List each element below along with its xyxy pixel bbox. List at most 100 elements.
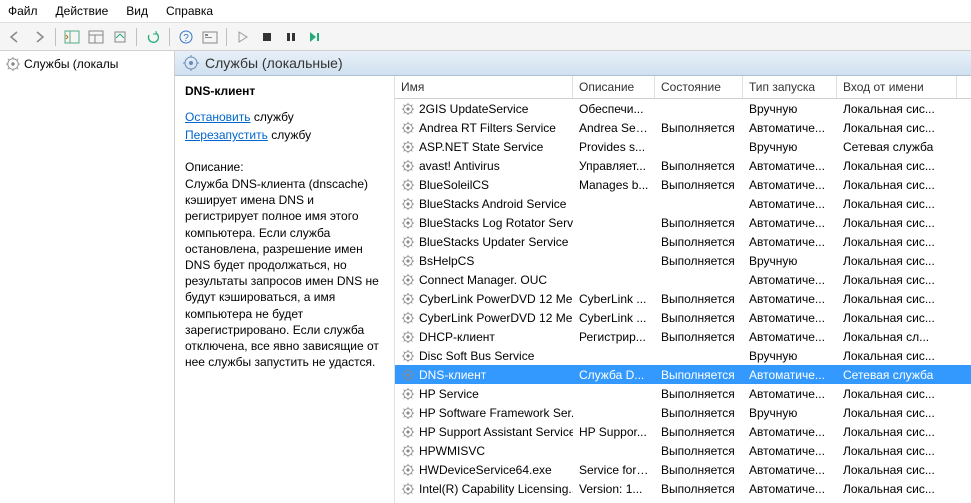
service-start: Автоматиче... — [743, 386, 837, 402]
show-hide-button[interactable] — [61, 26, 83, 48]
service-name: HP Support Assistant Service — [419, 425, 573, 439]
table-row[interactable]: BsHelpCSВыполняетсяВручнуюЛокальная сис.… — [395, 251, 971, 270]
export-button[interactable] — [109, 26, 131, 48]
table-row[interactable]: HPWMISVCВыполняетсяАвтоматиче...Локальна… — [395, 441, 971, 460]
table-row[interactable]: BlueStacks Android ServiceАвтоматиче...Л… — [395, 194, 971, 213]
service-logon: Локальная сис... — [837, 253, 957, 269]
gear-icon — [401, 121, 415, 135]
service-start: Автоматиче... — [743, 196, 837, 212]
service-logon: Локальная сис... — [837, 120, 957, 136]
service-name: BsHelpCS — [419, 254, 474, 268]
col-startup[interactable]: Тип запуска — [743, 76, 837, 98]
service-name: HP Software Framework Ser... — [419, 406, 573, 420]
restart-service-button[interactable] — [304, 26, 326, 48]
col-logon[interactable]: Вход от имени — [837, 76, 957, 98]
table-row[interactable]: BlueStacks Log Rotator Serv...Выполняетс… — [395, 213, 971, 232]
gear-icon — [401, 292, 415, 306]
gear-icon — [401, 197, 415, 211]
service-start: Вручную — [743, 405, 837, 421]
service-start: Вручную — [743, 253, 837, 269]
col-name[interactable]: Имя — [395, 76, 573, 98]
service-list: Имя Описание Состояние Тип запуска Вход … — [395, 76, 971, 503]
services-header-icon — [183, 55, 199, 71]
service-name: CyberLink PowerDVD 12 Me... — [419, 311, 573, 325]
table-row[interactable]: DNS-клиентСлужба D...ВыполняетсяАвтомати… — [395, 365, 971, 384]
service-logon: Локальная сис... — [837, 462, 957, 478]
service-state: Выполняется — [655, 158, 743, 174]
restart-suffix: службу — [268, 128, 311, 142]
service-logon: Сетевая служба — [837, 139, 957, 155]
service-state: Выполняется — [655, 386, 743, 402]
table-row[interactable]: HWDeviceService64.exeService for ...Выпо… — [395, 460, 971, 479]
service-desc: Управляет... — [573, 158, 655, 174]
table-row[interactable]: ASP.NET State ServiceProvides s...Вручну… — [395, 137, 971, 156]
tree-root-services[interactable]: Службы (локалы — [6, 55, 168, 73]
help-button[interactable]: ? — [175, 26, 197, 48]
service-start: Автоматиче... — [743, 272, 837, 288]
service-name: Intel(R) Capability Licensing... — [419, 482, 573, 496]
service-logon: Локальная сис... — [837, 177, 957, 193]
table-row[interactable]: CyberLink PowerDVD 12 Me...CyberLink ...… — [395, 308, 971, 327]
gear-icon — [401, 482, 415, 496]
forward-button[interactable] — [28, 26, 50, 48]
service-state: Выполняется — [655, 405, 743, 421]
service-name: CyberLink PowerDVD 12 Me... — [419, 292, 573, 306]
toolbar: ? — [0, 23, 971, 51]
body: Службы (локалы Службы (локальные) DNS-кл… — [0, 51, 971, 503]
pause-service-button[interactable] — [280, 26, 302, 48]
menu-file[interactable]: Файл — [8, 4, 38, 18]
table-row[interactable]: BlueStacks Updater ServiceВыполняетсяАвт… — [395, 232, 971, 251]
service-name: BlueStacks Updater Service — [419, 235, 568, 249]
gear-icon — [401, 330, 415, 344]
menu-help[interactable]: Справка — [166, 4, 213, 18]
service-logon: Локальная сис... — [837, 101, 957, 117]
table-row[interactable]: avast! AntivirusУправляет...ВыполняетсяА… — [395, 156, 971, 175]
service-state: Выполняется — [655, 177, 743, 193]
restart-link[interactable]: Перезапустить — [185, 128, 268, 142]
list-header: Имя Описание Состояние Тип запуска Вход … — [395, 76, 971, 99]
table-row[interactable]: CyberLink PowerDVD 12 Me...CyberLink ...… — [395, 289, 971, 308]
start-service-button[interactable] — [232, 26, 254, 48]
table-row[interactable]: HP ServiceВыполняетсяАвтоматиче...Локаль… — [395, 384, 971, 403]
col-description[interactable]: Описание — [573, 76, 655, 98]
table-row[interactable]: HP Software Framework Ser... ВыполняетсяВ… — [395, 403, 971, 422]
gear-icon — [401, 387, 415, 401]
menu-action[interactable]: Действие — [56, 4, 109, 18]
menu-view[interactable]: Вид — [126, 4, 148, 18]
back-button[interactable] — [4, 26, 26, 48]
table-row[interactable]: Connect Manager. OUCАвтоматиче...Локальн… — [395, 270, 971, 289]
services-icon — [6, 57, 20, 71]
stop-link[interactable]: Остановить — [185, 110, 251, 124]
refresh-button[interactable] — [142, 26, 164, 48]
gear-icon — [401, 463, 415, 477]
details-button[interactable] — [85, 26, 107, 48]
service-state: Выполняется — [655, 424, 743, 440]
service-desc: Регистрир... — [573, 329, 655, 345]
service-name: HWDeviceService64.exe — [419, 463, 552, 477]
tree-root-label: Службы (локалы — [24, 57, 118, 71]
gear-icon — [401, 273, 415, 287]
service-name: Disc Soft Bus Service — [419, 349, 534, 363]
stop-service-button[interactable] — [256, 26, 278, 48]
table-row[interactable]: DHCP-клиентРегистрир...ВыполняетсяАвтома… — [395, 327, 971, 346]
service-name: BlueSoleilCS — [419, 178, 489, 192]
list-body[interactable]: 2GIS UpdateServiceОбеспечи...ВручнуюЛока… — [395, 99, 971, 502]
table-row[interactable]: Disc Soft Bus ServiceВручнуюЛокальная си… — [395, 346, 971, 365]
service-logon: Локальная сл... — [837, 329, 957, 345]
gear-icon — [401, 349, 415, 363]
table-row[interactable]: Andrea RT Filters ServiceAndrea Ser...Вы… — [395, 118, 971, 137]
gear-icon — [401, 254, 415, 268]
service-logon: Локальная сис... — [837, 215, 957, 231]
table-row[interactable]: 2GIS UpdateServiceОбеспечи...ВручнуюЛока… — [395, 99, 971, 118]
table-row[interactable]: BlueSoleilCSManages b...ВыполняетсяАвтом… — [395, 175, 971, 194]
detail-title: DNS-клиент — [185, 84, 384, 98]
table-row[interactable]: HP Support Assistant ServiceHP Suppor...… — [395, 422, 971, 441]
properties-button[interactable] — [199, 26, 221, 48]
service-logon: Локальная сис... — [837, 310, 957, 326]
service-start: Автоматиче... — [743, 158, 837, 174]
table-row[interactable]: Intel(R) Capability Licensing...Version:… — [395, 479, 971, 498]
service-logon: Локальная сис... — [837, 348, 957, 364]
gear-icon — [401, 140, 415, 154]
col-state[interactable]: Состояние — [655, 76, 743, 98]
service-name: BlueStacks Android Service — [419, 197, 566, 211]
